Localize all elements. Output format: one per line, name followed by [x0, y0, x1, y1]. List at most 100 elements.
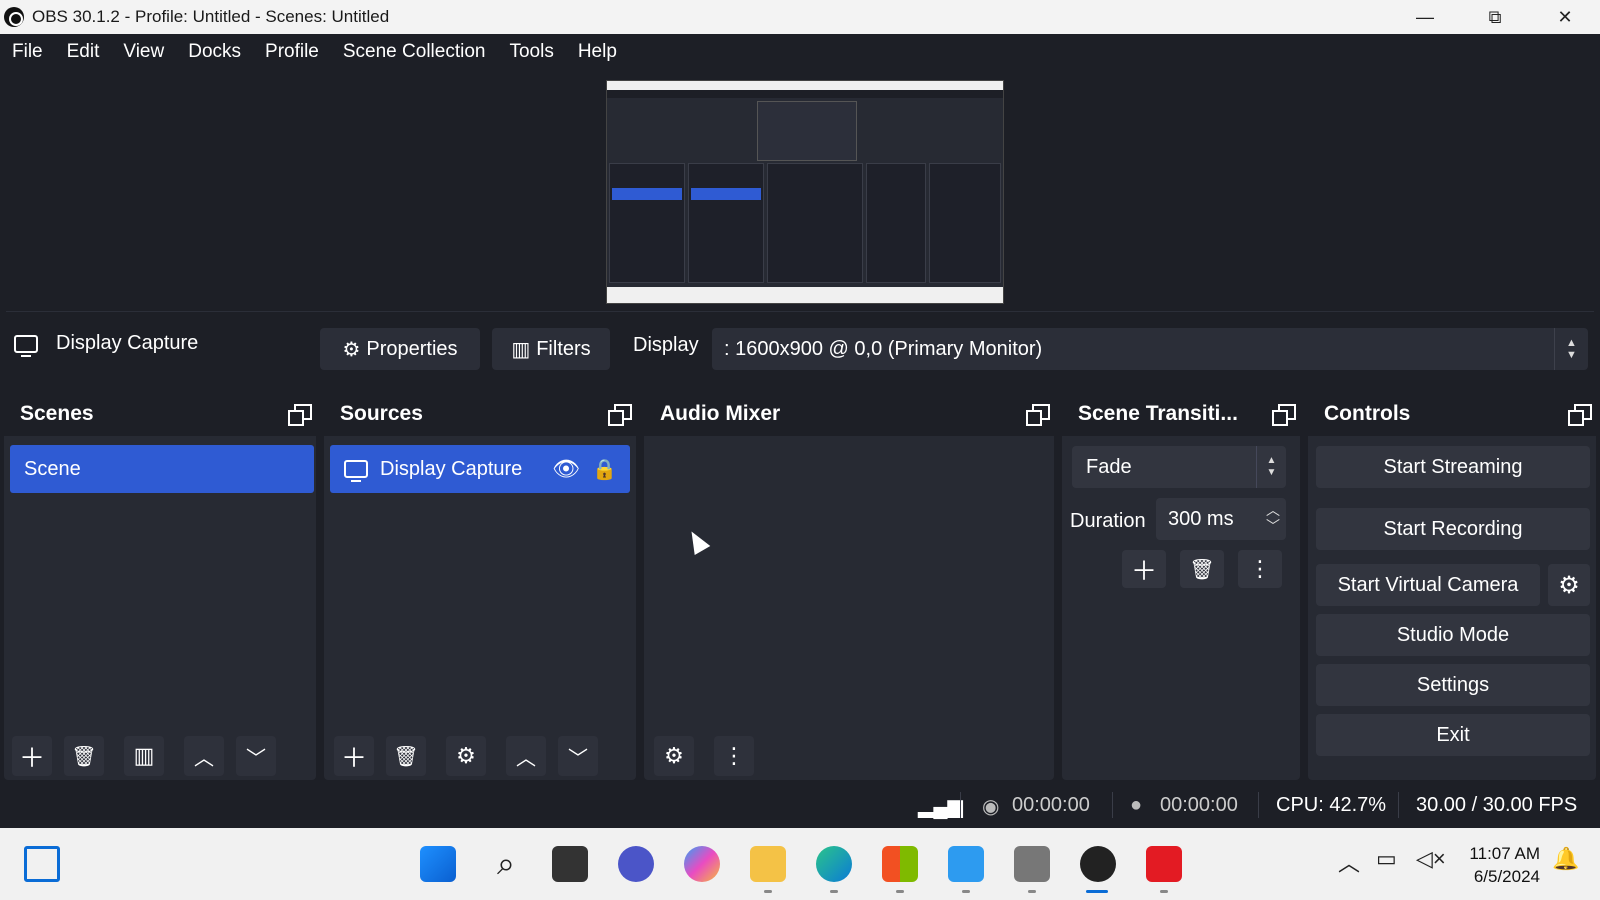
minimize-button[interactable]: —	[1390, 0, 1460, 34]
preview-mini-selection	[691, 188, 761, 200]
restore-button[interactable]: ⧉	[1460, 0, 1530, 34]
sources-title: Sources	[340, 402, 423, 425]
preview-area[interactable]	[6, 72, 1594, 312]
add-source-button[interactable]: ＋	[334, 736, 374, 776]
volume-muted-icon[interactable]: ◁×	[1416, 846, 1446, 872]
undock-icon[interactable]	[288, 404, 312, 426]
settings-button[interactable]: Settings	[1316, 664, 1590, 706]
source-properties-button[interactable]: ⚙	[446, 736, 486, 776]
scenes-dock: Scenes Scene ＋ 🗑 ▥ ︿ ﹀	[4, 392, 316, 780]
window-controls: — ⧉ ✕	[1390, 0, 1600, 34]
menu-scene-collection[interactable]: Scene Collection	[343, 41, 486, 63]
start-windows-icon[interactable]	[420, 846, 456, 882]
display-select[interactable]: : 1600x900 @ 0,0 (Primary Monitor) ▲ ▼	[712, 328, 1588, 370]
menu-help[interactable]: Help	[578, 41, 617, 63]
controls-title: Controls	[1324, 402, 1411, 425]
preview-mini-sources-dock	[688, 163, 764, 283]
store-icon[interactable]	[882, 846, 918, 882]
lock-icon[interactable]: 🔒	[592, 457, 617, 482]
kebab-icon: ⋮	[1249, 556, 1271, 581]
menu-docks[interactable]: Docks	[188, 41, 241, 63]
scene-filters-button[interactable]: ▥	[124, 736, 164, 776]
filters-button[interactable]: ▥ Filters	[492, 328, 610, 370]
duration-spinbox[interactable]: 300 ms ︿ ﹀	[1156, 498, 1286, 540]
task-view-icon[interactable]	[552, 846, 588, 882]
undock-icon[interactable]	[1026, 404, 1050, 426]
undock-icon[interactable]	[1568, 404, 1592, 426]
chevron-down-icon: ﹀	[568, 747, 588, 770]
scene-item[interactable]: Scene	[10, 445, 314, 493]
transition-menu-button[interactable]: ⋮	[1238, 550, 1282, 588]
preview-canvas[interactable]	[606, 80, 1004, 304]
remove-source-button[interactable]: 🗑	[386, 736, 426, 776]
scenes-title: Scenes	[20, 402, 94, 425]
trash-icon: 🗑	[71, 745, 97, 768]
menu-view[interactable]: View	[123, 41, 164, 63]
exit-button[interactable]: Exit	[1316, 714, 1590, 756]
monitor-icon	[344, 460, 368, 482]
spin-arrows-icon[interactable]: ︿ ﹀	[1266, 502, 1280, 534]
notepad-icon[interactable]	[948, 846, 984, 882]
undock-icon[interactable]	[608, 404, 632, 426]
source-toolbar: Display Capture ⚙ Properties ▥ Filters D…	[0, 320, 1600, 376]
scenes-dock-header: Scenes	[4, 392, 316, 436]
windows-taskbar: ⌕ ︿ ▭ ◁× 11:07 AM 6/5/2024 🔔	[0, 828, 1600, 900]
remove-transition-button[interactable]: 🗑	[1180, 550, 1224, 588]
clock-date: 6/5/2024	[1473, 867, 1540, 886]
scene-up-button[interactable]: ︿	[184, 736, 224, 776]
running-indicator	[764, 890, 772, 893]
advanced-audio-button[interactable]: ⚙	[654, 736, 694, 776]
start-streaming-button[interactable]: Start Streaming	[1316, 446, 1590, 488]
source-up-button[interactable]: ︿	[506, 736, 546, 776]
search-icon[interactable]: ⌕	[488, 846, 524, 882]
add-transition-button[interactable]: ＋	[1122, 550, 1166, 588]
chevron-up-icon[interactable]: ︿	[1338, 846, 1360, 878]
edge-browser-icon[interactable]	[816, 846, 852, 882]
network-icon[interactable]: ▭	[1376, 846, 1397, 872]
file-explorer-icon[interactable]	[750, 846, 786, 882]
virtualbox-icon[interactable]	[1014, 846, 1050, 882]
notifications-icon[interactable]: 🔔	[1552, 846, 1579, 872]
preview-mini-selection	[612, 188, 682, 200]
chevron-up-icon: ︿	[516, 747, 536, 770]
widgets-icon[interactable]	[24, 846, 60, 882]
source-item[interactable]: Display Capture 👁 🔒	[330, 445, 630, 493]
transition-select-value: Fade	[1086, 455, 1132, 478]
controls-dock-header: Controls	[1308, 392, 1596, 436]
scene-transitions-dock-header: Scene Transiti...	[1062, 392, 1300, 436]
scene-transitions-title: Scene Transiti...	[1078, 402, 1238, 425]
obs-app-icon[interactable]	[1080, 846, 1116, 882]
filters-label: Filters	[536, 337, 591, 360]
studio-mode-button[interactable]: Studio Mode	[1316, 614, 1590, 656]
status-divider	[1398, 792, 1399, 818]
running-indicator	[1160, 890, 1168, 893]
close-button[interactable]: ✕	[1530, 0, 1600, 34]
visibility-eye-icon[interactable]: 👁	[552, 456, 580, 482]
remove-scene-button[interactable]: 🗑	[64, 736, 104, 776]
window-title: OBS 30.1.2 - Profile: Untitled - Scenes:…	[32, 7, 390, 26]
source-down-button[interactable]: ﹀	[558, 736, 598, 776]
transition-select[interactable]: Fade ▲ ▼	[1072, 446, 1286, 488]
add-scene-button[interactable]: ＋	[12, 736, 52, 776]
title-bar: OBS 30.1.2 - Profile: Untitled - Scenes:…	[0, 0, 1600, 34]
duration-value: 300 ms	[1168, 507, 1234, 530]
menu-profile[interactable]: Profile	[265, 41, 319, 63]
chat-icon[interactable]	[618, 846, 654, 882]
start-recording-button[interactable]: Start Recording	[1316, 508, 1590, 550]
menu-edit[interactable]: Edit	[67, 41, 100, 63]
gear-icon: ⚙	[342, 338, 361, 361]
audio-menu-button[interactable]: ⋮	[714, 736, 754, 776]
copilot-icon[interactable]	[684, 846, 720, 882]
trash-icon: 🗑	[1189, 558, 1215, 581]
menu-tools[interactable]: Tools	[509, 41, 553, 63]
clock[interactable]: 11:07 AM 6/5/2024	[1469, 842, 1540, 888]
add-icon: ＋	[18, 742, 45, 773]
undock-icon[interactable]	[1272, 404, 1296, 426]
start-virtual-camera-button[interactable]: Start Virtual Camera	[1316, 564, 1540, 606]
virtual-camera-settings-button[interactable]: ⚙	[1548, 564, 1590, 606]
menu-file[interactable]: File	[12, 41, 43, 63]
status-divider	[1258, 792, 1259, 818]
properties-button[interactable]: ⚙ Properties	[320, 328, 480, 370]
scene-down-button[interactable]: ﹀	[236, 736, 276, 776]
streamlabs-icon[interactable]	[1146, 846, 1182, 882]
